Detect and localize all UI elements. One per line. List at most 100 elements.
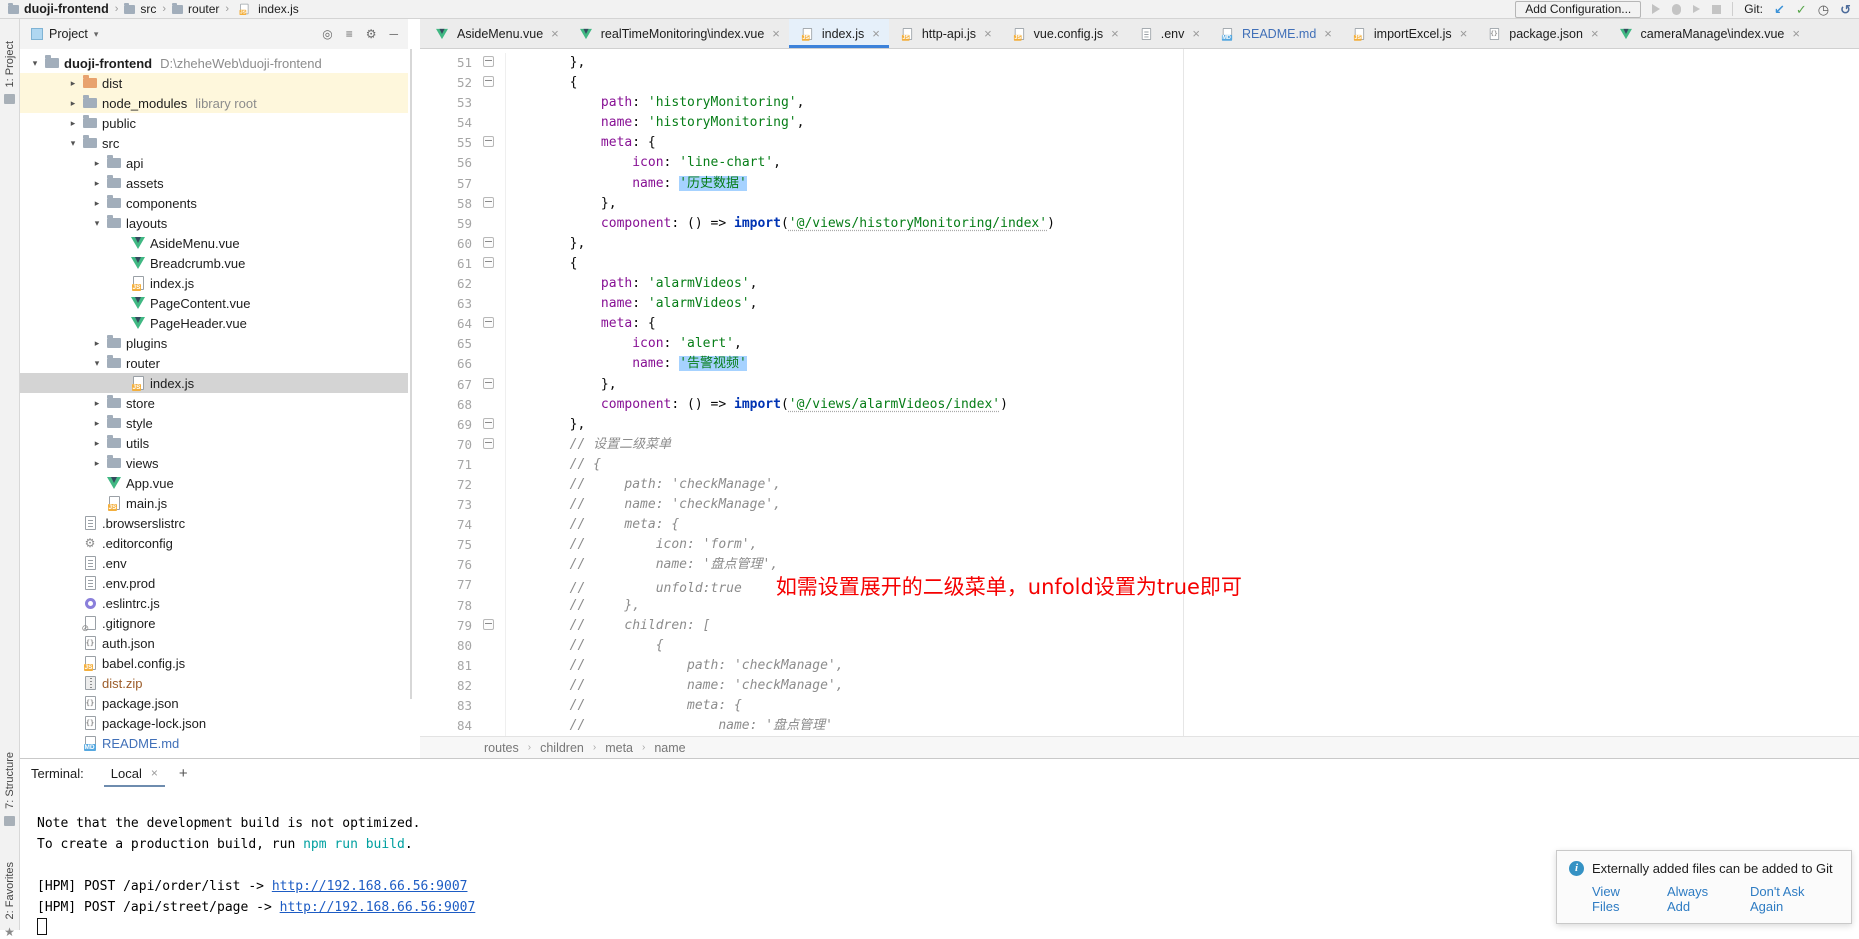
tree-item-auth.json[interactable]: auth.json xyxy=(19,633,408,653)
chevron-right-icon[interactable]: ▸ xyxy=(89,178,105,189)
editor-breadcrumb-item[interactable]: name xyxy=(654,741,685,755)
notification-action[interactable]: View Files xyxy=(1592,884,1650,914)
fold-icon[interactable] xyxy=(472,133,506,153)
tree-item-index.js[interactable]: index.js xyxy=(19,273,408,293)
fold-icon[interactable] xyxy=(483,378,494,389)
fold-icon[interactable] xyxy=(483,136,494,147)
add-configuration-button[interactable]: Add Configuration... xyxy=(1515,1,1641,18)
fold-icon[interactable] xyxy=(472,254,506,274)
editor-breadcrumb-item[interactable]: meta xyxy=(605,741,633,755)
editor-tab-AsideMenu.vue[interactable]: AsideMenu.vue× xyxy=(424,19,568,48)
notification-action[interactable]: Don't Ask Again xyxy=(1750,884,1839,914)
fold-icon[interactable] xyxy=(472,375,506,395)
tree-item-.browserslistrc[interactable]: .browserslistrc xyxy=(19,513,408,533)
tool-button-favorites[interactable]: 2: Favorites ★ xyxy=(0,862,19,938)
tree-item-views[interactable]: ▸views xyxy=(19,453,408,473)
terminal-link[interactable]: http://192.168.66.56:9007 xyxy=(280,900,476,915)
chevron-down-icon[interactable]: ▾ xyxy=(89,218,105,229)
tree-item-layouts[interactable]: ▾layouts xyxy=(19,213,408,233)
editor-tab-package.json[interactable]: package.json× xyxy=(1476,19,1607,48)
breadcrumb-item[interactable]: index.js xyxy=(235,2,299,16)
rollback-icon[interactable]: ↺ xyxy=(1840,3,1851,16)
chevron-down-icon[interactable]: ▾ xyxy=(65,138,81,149)
close-icon[interactable]: × xyxy=(1591,26,1599,41)
fold-icon[interactable] xyxy=(472,194,506,214)
close-icon[interactable]: × xyxy=(1192,26,1200,41)
chevron-down-icon[interactable]: ▾ xyxy=(94,29,99,40)
chevron-right-icon[interactable]: ▸ xyxy=(89,458,105,469)
fold-icon[interactable] xyxy=(472,415,506,435)
tree-item-.editorconfig[interactable]: ⚙.editorconfig xyxy=(19,533,408,553)
fold-icon[interactable] xyxy=(472,234,506,254)
tree-item-plugins[interactable]: ▸plugins xyxy=(19,333,408,353)
tree-item-assets[interactable]: ▸assets xyxy=(19,173,408,193)
hide-panel-icon[interactable]: ─ xyxy=(389,27,398,41)
tree-item-.eslintrc.js[interactable]: .eslintrc.js xyxy=(19,593,408,613)
close-icon[interactable]: × xyxy=(772,26,780,41)
tree-item-babel.config.js[interactable]: babel.config.js xyxy=(19,653,408,673)
chevron-right-icon[interactable]: ▸ xyxy=(65,78,81,89)
tree-item-PageContent.vue[interactable]: PageContent.vue xyxy=(19,293,408,313)
close-icon[interactable]: × xyxy=(872,26,880,41)
chevron-right-icon[interactable]: ▸ xyxy=(65,118,81,129)
terminal-cursor[interactable] xyxy=(37,918,47,935)
editor-tab-index.js[interactable]: index.js× xyxy=(789,19,889,48)
fold-icon[interactable] xyxy=(472,53,506,73)
tree-item-router[interactable]: ▾router xyxy=(19,353,408,373)
tree-item-duoji-frontend[interactable]: ▾duoji-frontendD:\zheheWeb\duoji-fronten… xyxy=(19,53,408,73)
close-icon[interactable]: × xyxy=(1324,26,1332,41)
tree-item-.gitignore[interactable]: .gitignore xyxy=(19,613,408,633)
fold-icon[interactable] xyxy=(483,237,494,248)
tree-item-utils[interactable]: ▸utils xyxy=(19,433,408,453)
editor-tab-vue.config.js[interactable]: vue.config.js× xyxy=(1001,19,1128,48)
project-scrollbar[interactable] xyxy=(408,19,420,758)
close-icon[interactable]: × xyxy=(984,26,992,41)
chevron-right-icon[interactable]: ▸ xyxy=(89,418,105,429)
editor-tab-README.md[interactable]: README.md× xyxy=(1209,19,1341,48)
tree-item-App.vue[interactable]: App.vue xyxy=(19,473,408,493)
structure-tool-label[interactable]: 7: Structure xyxy=(4,752,16,809)
fold-icon[interactable] xyxy=(483,317,494,328)
history-clock-icon[interactable]: ◷ xyxy=(1818,3,1829,16)
close-icon[interactable]: × xyxy=(1460,26,1468,41)
tree-item-package.json[interactable]: package.json xyxy=(19,693,408,713)
editor-breadcrumb-item[interactable]: children xyxy=(540,741,584,755)
tree-item-dist[interactable]: ▸dist xyxy=(19,73,408,93)
tree-item-api[interactable]: ▸api xyxy=(19,153,408,173)
chevron-right-icon[interactable]: ▸ xyxy=(89,198,105,209)
chevron-down-icon[interactable]: ▾ xyxy=(27,58,43,69)
tree-item-node_modules[interactable]: ▸node_moduleslibrary root xyxy=(19,93,408,113)
chevron-right-icon[interactable]: ▸ xyxy=(65,98,81,109)
tree-item-dist.zip[interactable]: dist.zip xyxy=(19,673,408,693)
close-icon[interactable]: × xyxy=(1111,26,1119,41)
notification-action[interactable]: Always Add xyxy=(1667,884,1733,914)
editor-tab-realTimeMonitoring-index.vue[interactable]: realTimeMonitoring\index.vue× xyxy=(568,19,789,48)
editor-tab-.env[interactable]: .env× xyxy=(1128,19,1209,48)
close-icon[interactable]: × xyxy=(551,26,559,41)
tree-item-store[interactable]: ▸store xyxy=(19,393,408,413)
git-commit-icon[interactable]: ✓ xyxy=(1796,3,1807,16)
fold-icon[interactable] xyxy=(483,619,494,630)
chevron-right-icon[interactable]: ▸ xyxy=(89,158,105,169)
tree-item-public[interactable]: ▸public xyxy=(19,113,408,133)
tree-item-components[interactable]: ▸components xyxy=(19,193,408,213)
tool-button-structure[interactable]: 7: Structure xyxy=(0,752,19,826)
close-icon[interactable]: × xyxy=(151,766,158,780)
project-view-title[interactable]: Project xyxy=(49,27,88,41)
code-editor[interactable]: 51 },52 {53 path: 'historyMonitoring',54… xyxy=(420,49,1859,737)
collapse-all-icon[interactable]: ≡ xyxy=(346,27,353,41)
tree-item-README.md[interactable]: README.md xyxy=(19,733,408,753)
terminal-link[interactable]: http://192.168.66.56:9007 xyxy=(272,879,468,894)
tree-item-.env[interactable]: .env xyxy=(19,553,408,573)
project-tool-label[interactable]: 1: Project xyxy=(4,41,16,87)
chevron-down-icon[interactable]: ▾ xyxy=(89,358,105,369)
tree-item-Breadcrumb.vue[interactable]: Breadcrumb.vue xyxy=(19,253,408,273)
tree-item-PageHeader.vue[interactable]: PageHeader.vue xyxy=(19,313,408,333)
tree-item-AsideMenu.vue[interactable]: AsideMenu.vue xyxy=(19,233,408,253)
tree-item-style[interactable]: ▸style xyxy=(19,413,408,433)
fold-icon[interactable] xyxy=(483,197,494,208)
editor-breadcrumb-item[interactable]: routes xyxy=(484,741,519,755)
fold-icon[interactable] xyxy=(472,73,506,93)
favorites-tool-label[interactable]: 2: Favorites xyxy=(4,862,16,919)
tree-item-index.js[interactable]: index.js xyxy=(19,373,408,393)
